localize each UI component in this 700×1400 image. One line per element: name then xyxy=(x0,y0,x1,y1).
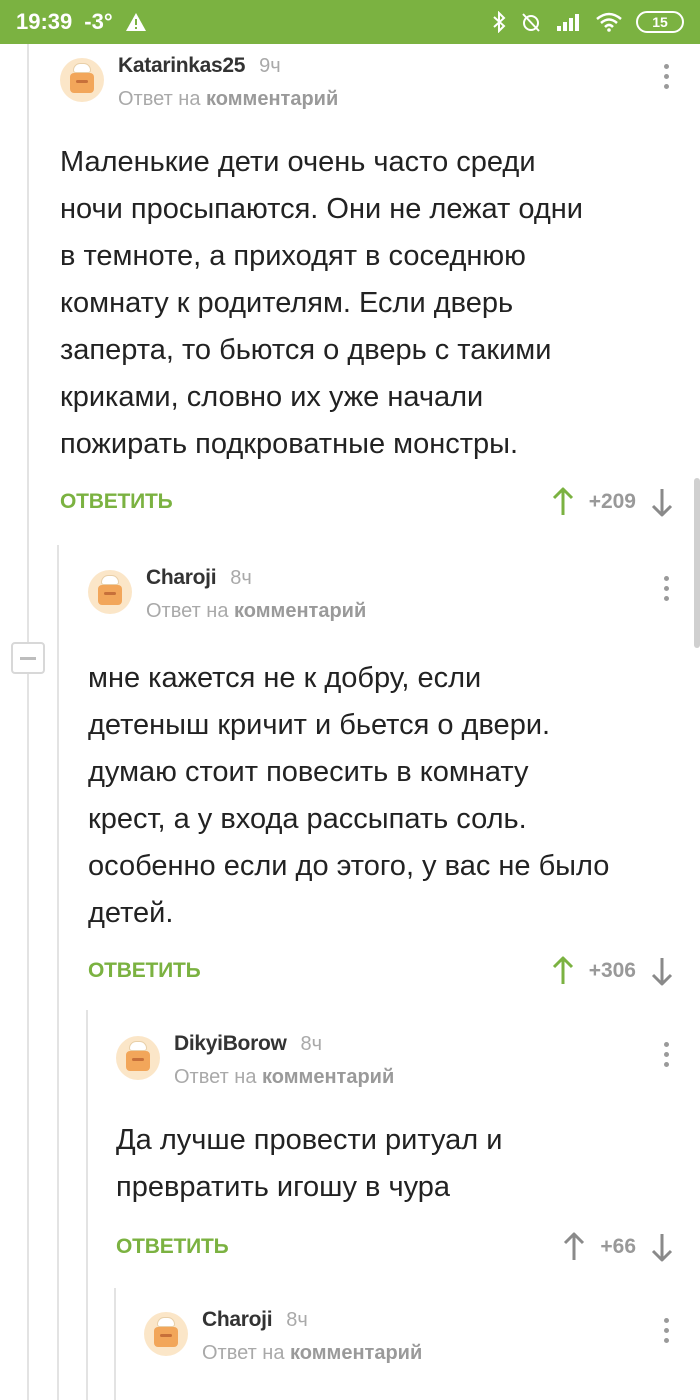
comment-text: Маленькие дети очень часто среди ночи пр… xyxy=(60,146,584,460)
comment-rating: +66 xyxy=(600,1235,636,1258)
reply-to-line: Ответ на комментарий xyxy=(118,88,339,110)
thread-line-level-2 xyxy=(57,545,59,1400)
comment: DikyiBorow 8ч Ответ на комментарий Да лу… xyxy=(116,1032,700,1267)
reply-to-link[interactable]: комментарий xyxy=(262,1066,394,1088)
status-time: 19:39 xyxy=(16,9,73,34)
status-temperature: -3° xyxy=(84,9,113,34)
comment-time: 8ч xyxy=(286,1309,308,1331)
more-options-icon[interactable] xyxy=(662,576,670,601)
signal-icon xyxy=(556,12,582,32)
comment: Charoji 8ч Ответ на комментарий xyxy=(144,1308,700,1365)
reply-button[interactable]: ОТВЕТИТЬ xyxy=(60,490,173,514)
comment-text: Да лучше провести ритуал и превратить иг… xyxy=(116,1124,503,1203)
alarm-off-icon xyxy=(520,11,542,33)
comment: Katarinkas25 9ч Ответ на комментарий Мал… xyxy=(60,54,700,522)
avatar[interactable] xyxy=(116,1036,160,1080)
reply-button[interactable]: ОТВЕТИТЬ xyxy=(88,959,201,983)
comment-rating: +209 xyxy=(588,490,636,513)
downvote-arrow-icon[interactable] xyxy=(650,487,674,517)
avatar[interactable] xyxy=(88,570,132,614)
upvote-arrow-icon[interactable] xyxy=(562,1232,586,1262)
comment-author[interactable]: DikyiBorow xyxy=(174,1032,287,1056)
comment-author[interactable]: Charoji xyxy=(146,566,217,590)
thread-line-level-4 xyxy=(114,1288,116,1400)
collapse-thread-button[interactable] xyxy=(11,642,45,674)
reply-to-line: Ответ на комментарий xyxy=(174,1066,395,1088)
comment-author[interactable]: Charoji xyxy=(202,1308,273,1332)
downvote-arrow-icon[interactable] xyxy=(650,956,674,986)
comment-time: 9ч xyxy=(259,55,281,77)
upvote-arrow-icon[interactable] xyxy=(551,487,575,517)
reply-to-line: Ответ на комментарий xyxy=(146,600,367,622)
more-options-icon[interactable] xyxy=(662,1318,670,1343)
reply-to-link[interactable]: комментарий xyxy=(206,88,338,110)
more-options-icon[interactable] xyxy=(662,64,670,89)
reply-to-link[interactable]: комментарий xyxy=(290,1342,422,1364)
comment-time: 8ч xyxy=(300,1033,323,1055)
upvote-arrow-icon[interactable] xyxy=(551,956,575,986)
thread-line-level-3 xyxy=(86,1010,88,1400)
warning-icon xyxy=(125,12,147,32)
more-options-icon[interactable] xyxy=(662,1042,670,1067)
thread-line-level-1 xyxy=(27,44,29,1400)
comment-rating: +306 xyxy=(588,959,636,982)
comment-author[interactable]: Katarinkas25 xyxy=(118,54,245,78)
reply-button[interactable]: ОТВЕТИТЬ xyxy=(116,1235,229,1259)
avatar[interactable] xyxy=(144,1312,188,1356)
battery-icon: 15 xyxy=(636,11,684,33)
wifi-icon xyxy=(596,12,622,32)
bluetooth-icon xyxy=(492,11,506,33)
avatar[interactable] xyxy=(60,58,104,102)
status-bar: 19:39 -3° 15 xyxy=(0,0,700,44)
reply-to-line: Ответ на комментарий xyxy=(202,1342,423,1364)
comment: Charoji 8ч Ответ на комментарий мне каже… xyxy=(88,566,700,991)
comment-time: 8ч xyxy=(230,567,252,589)
downvote-arrow-icon[interactable] xyxy=(650,1232,674,1262)
reply-to-link[interactable]: комментарий xyxy=(234,600,366,622)
comment-text: мне кажется не к добру, если детеныш кри… xyxy=(88,662,610,929)
